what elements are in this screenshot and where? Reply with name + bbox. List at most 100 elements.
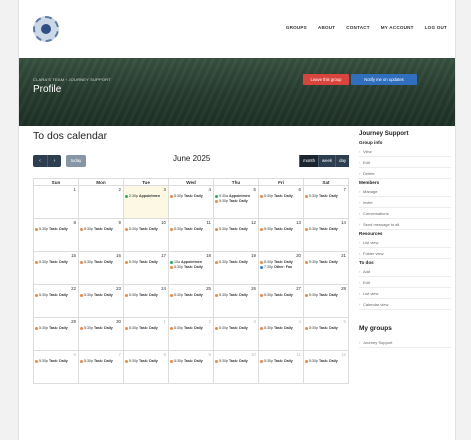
- calendar-day-cell[interactable]: 11 5:30p Task: Daily: [168, 218, 214, 252]
- calendar-day-cell[interactable]: 14 5:30p Task: Daily: [303, 218, 349, 252]
- sidebar-link[interactable]: Calendar view: [359, 299, 451, 310]
- calendar-event[interactable]: 5:30p Task: Daily: [80, 359, 122, 364]
- day-number[interactable]: 15: [35, 253, 77, 260]
- calendar-day-cell[interactable]: 28 5:30p Task: Daily: [303, 284, 349, 318]
- day-number[interactable]: 3: [125, 187, 167, 194]
- nav-my-account[interactable]: MY ACCOUNT: [381, 25, 414, 30]
- calendar-event[interactable]: 5:30p Task: Daily: [80, 260, 122, 265]
- calendar-event[interactable]: 5:30p Task: Daily: [215, 227, 257, 232]
- calendar-day-cell[interactable]: 1 5:30p Task: Daily: [123, 317, 169, 351]
- calendar-day-cell[interactable]: 6 5:30p Task: Daily: [258, 185, 304, 219]
- day-number[interactable]: 9: [80, 220, 122, 227]
- calendar-day-cell[interactable]: 3 2:30p Appointmen: [123, 185, 169, 219]
- calendar-event[interactable]: 5:30p Task: Daily: [260, 326, 302, 331]
- calendar-day-cell[interactable]: 11 5:30p Task: Daily: [258, 350, 304, 384]
- day-number[interactable]: 8: [125, 352, 167, 359]
- day-number[interactable]: 5: [215, 187, 257, 194]
- sidebar-link[interactable]: List view: [359, 288, 451, 299]
- calendar-day-cell[interactable]: 3 5:30p Task: Daily: [213, 317, 259, 351]
- day-number[interactable]: 10: [215, 352, 257, 359]
- calendar-event[interactable]: 5:30p Task: Daily: [125, 260, 167, 265]
- site-logo[interactable]: [33, 16, 59, 42]
- notify-updates-button[interactable]: Notify me on updates: [351, 74, 417, 85]
- day-number[interactable]: 28: [305, 286, 347, 293]
- calendar-event[interactable]: 5:30p Task: Daily: [170, 293, 212, 298]
- calendar-day-cell[interactable]: 15 5:30p Task: Daily: [33, 251, 79, 285]
- prev-month-button[interactable]: ‹: [33, 155, 47, 167]
- calendar-event[interactable]: 5:30p Task: Daily: [35, 326, 77, 331]
- sidebar-link[interactable]: Conversations: [359, 208, 451, 219]
- view-day-button[interactable]: day: [335, 155, 349, 167]
- calendar-day-cell[interactable]: 19 5:30p Task: Daily: [213, 251, 259, 285]
- calendar-day-cell[interactable]: 8 5:30p Task: Daily: [123, 350, 169, 384]
- calendar-event[interactable]: 5:30p Task: Daily: [215, 359, 257, 364]
- day-number[interactable]: 14: [305, 220, 347, 227]
- nav-groups[interactable]: GROUPS: [286, 25, 307, 30]
- calendar-event[interactable]: 5:30p Task: Daily: [80, 227, 122, 232]
- nav-about[interactable]: ABOUT: [318, 25, 335, 30]
- calendar-day-cell[interactable]: 12 5:30p Task: Daily: [213, 218, 259, 252]
- calendar-event[interactable]: 5:30p Task: Daily: [260, 227, 302, 232]
- calendar-day-cell[interactable]: 22 5:30p Task: Daily: [33, 284, 79, 318]
- sidebar-link[interactable]: Invite: [359, 197, 451, 208]
- day-number[interactable]: 4: [260, 319, 302, 326]
- calendar-day-cell[interactable]: 4 5:30p Task: Daily: [168, 185, 214, 219]
- day-number[interactable]: 6: [260, 187, 302, 194]
- next-month-button[interactable]: ›: [47, 155, 61, 167]
- calendar-event[interactable]: 5:30p Task: Daily: [305, 194, 347, 199]
- day-number[interactable]: 11: [260, 352, 302, 359]
- calendar-day-cell[interactable]: 21 5:30p Task: Daily: [303, 251, 349, 285]
- calendar-day-cell[interactable]: 17 5:30p Task: Daily: [123, 251, 169, 285]
- calendar-event[interactable]: 5:30p Task: Daily: [215, 326, 257, 331]
- day-number[interactable]: 1: [125, 319, 167, 326]
- day-number[interactable]: 10: [125, 220, 167, 227]
- day-number[interactable]: 25: [170, 286, 212, 293]
- calendar-day-cell[interactable]: 8 5:30p Task: Daily: [33, 218, 79, 252]
- calendar-day-cell[interactable]: 18 10a Appointmen 5:30p Task: Daily: [168, 251, 214, 285]
- sidebar-link[interactable]: Add: [359, 266, 451, 277]
- day-number[interactable]: 12: [305, 352, 347, 359]
- day-number[interactable]: 8: [35, 220, 77, 227]
- day-number[interactable]: 1: [35, 187, 77, 194]
- sidebar-link[interactable]: List view: [359, 237, 451, 248]
- calendar-day-cell[interactable]: 24 5:30p Task: Daily: [123, 284, 169, 318]
- day-number[interactable]: 6: [35, 352, 77, 359]
- calendar-day-cell[interactable]: 4 5:30p Task: Daily: [258, 317, 304, 351]
- day-number[interactable]: 27: [260, 286, 302, 293]
- calendar-day-cell[interactable]: 5 5:30p Task: Daily: [303, 317, 349, 351]
- day-number[interactable]: 29: [35, 319, 77, 326]
- calendar-day-cell[interactable]: 29 5:30p Task: Daily: [33, 317, 79, 351]
- sidebar-link[interactable]: Edit: [359, 157, 451, 168]
- calendar-day-cell[interactable]: 5 9:30a Appointmen 5:30p Task: Daily: [213, 185, 259, 219]
- calendar-day-cell[interactable]: 25 5:30p Task: Daily: [168, 284, 214, 318]
- calendar-event[interactable]: 7:30p Other: Fan: [260, 265, 302, 270]
- calendar-event[interactable]: 5:30p Task: Daily: [80, 293, 122, 298]
- day-number[interactable]: 26: [215, 286, 257, 293]
- calendar-event[interactable]: 5:30p Task: Daily: [170, 265, 212, 270]
- calendar-event[interactable]: 5:30p Task: Daily: [170, 227, 212, 232]
- calendar-event[interactable]: 5:30p Task: Daily: [305, 326, 347, 331]
- day-number[interactable]: 9: [170, 352, 212, 359]
- calendar-day-cell[interactable]: 30 5:30p Task: Daily: [78, 317, 124, 351]
- calendar-event[interactable]: 5:30p Task: Daily: [170, 359, 212, 364]
- day-number[interactable]: 24: [125, 286, 167, 293]
- day-number[interactable]: 7: [305, 187, 347, 194]
- day-number[interactable]: 18: [170, 253, 212, 260]
- calendar-day-cell[interactable]: 12 5:30p Task: Daily: [303, 350, 349, 384]
- sidebar-link[interactable]: Folder view: [359, 248, 451, 259]
- view-week-button[interactable]: week: [318, 155, 336, 167]
- calendar-event[interactable]: 5:30p Task: Daily: [35, 227, 77, 232]
- nav-log-out[interactable]: LOG OUT: [425, 25, 447, 30]
- calendar-day-cell[interactable]: 7 5:30p Task: Daily: [78, 350, 124, 384]
- calendar-event[interactable]: 5:30p Task: Daily: [125, 293, 167, 298]
- calendar-event[interactable]: 5:30p Task: Daily: [215, 260, 257, 265]
- view-month-button[interactable]: month: [299, 155, 319, 167]
- day-number[interactable]: 17: [125, 253, 167, 260]
- my-group-link[interactable]: Journey Support: [359, 337, 451, 348]
- day-number[interactable]: 7: [80, 352, 122, 359]
- calendar-day-cell[interactable]: 9 5:30p Task: Daily: [168, 350, 214, 384]
- day-number[interactable]: 22: [35, 286, 77, 293]
- sidebar-link[interactable]: Delete: [359, 168, 451, 179]
- calendar-event[interactable]: 5:30p Task: Daily: [305, 293, 347, 298]
- calendar-event[interactable]: 5:30p Task: Daily: [80, 326, 122, 331]
